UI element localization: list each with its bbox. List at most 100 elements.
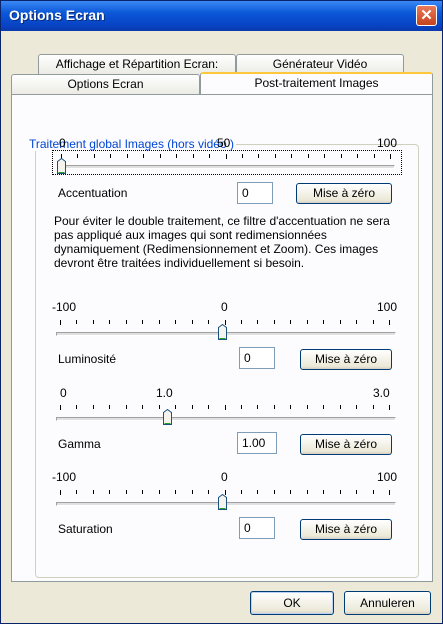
slider-tick bbox=[340, 490, 341, 494]
slider-tick bbox=[257, 490, 258, 494]
slider-tick bbox=[290, 320, 291, 324]
slider-tick bbox=[290, 490, 291, 494]
accentuation-scale-min: 0 bbox=[59, 136, 66, 150]
gamma-scale-max: 3.0 bbox=[373, 386, 390, 400]
slider-tick bbox=[160, 154, 161, 158]
slider-tick bbox=[274, 490, 275, 494]
accentuation-label: Accentuation bbox=[58, 186, 128, 200]
slider-tick bbox=[143, 154, 144, 158]
slider-tick bbox=[109, 320, 110, 324]
slider-tick bbox=[175, 490, 176, 494]
slider-ticks bbox=[61, 154, 391, 160]
luminosite-slider[interactable] bbox=[56, 318, 396, 340]
slider-tick bbox=[241, 320, 242, 324]
title-bar[interactable]: Options Ecran ✕ bbox=[1, 1, 442, 31]
slider-tick bbox=[226, 154, 227, 159]
gamma-reset-button[interactable]: Mise à zéro bbox=[300, 434, 392, 455]
button-label: Annuleren bbox=[360, 596, 415, 610]
slider-tick bbox=[373, 490, 374, 494]
tab-options-ecran[interactable]: Options Ecran bbox=[11, 74, 200, 94]
slider-tick bbox=[142, 490, 143, 494]
slider-tick bbox=[257, 320, 258, 324]
slider-tick bbox=[308, 154, 309, 158]
slider-thumb[interactable] bbox=[163, 409, 172, 425]
saturation-label: Saturation bbox=[58, 522, 113, 536]
slider-thumb[interactable] bbox=[218, 494, 227, 510]
slider-tick bbox=[127, 154, 128, 158]
cancel-button[interactable]: Annuleren bbox=[344, 591, 431, 615]
slider-tick bbox=[257, 405, 258, 409]
slider-tick bbox=[274, 405, 275, 409]
slider-tick bbox=[77, 154, 78, 158]
slider-tick bbox=[323, 490, 324, 494]
slider-tick bbox=[340, 405, 341, 409]
slider-tick bbox=[60, 490, 61, 495]
saturation-scale-max: 100 bbox=[377, 470, 398, 484]
slider-tick bbox=[356, 320, 357, 324]
tab-affichage-repartition[interactable]: Affichage et Répartition Ecran: bbox=[38, 54, 236, 74]
slider-tick bbox=[374, 154, 375, 158]
button-label: Mise à zéro bbox=[314, 437, 378, 451]
saturation-reset-button[interactable]: Mise à zéro bbox=[300, 519, 392, 540]
slider-tick bbox=[93, 320, 94, 324]
slider-tick bbox=[192, 320, 193, 324]
close-icon: ✕ bbox=[420, 7, 433, 24]
accentuation-reset-button[interactable]: Mise à zéro bbox=[296, 183, 392, 204]
slider-tick bbox=[93, 405, 94, 409]
slider-ticks bbox=[60, 405, 390, 411]
slider-tick bbox=[209, 154, 210, 158]
slider-tick bbox=[126, 320, 127, 324]
slider-tick bbox=[76, 320, 77, 324]
slider-tick bbox=[193, 154, 194, 158]
slider-tick bbox=[258, 154, 259, 158]
saturation-input[interactable]: 0 bbox=[239, 517, 275, 539]
tab-generateur-video[interactable]: Générateur Vidéo bbox=[236, 54, 404, 74]
slider-thumb[interactable] bbox=[57, 158, 66, 174]
gamma-scale-mid: 1.0 bbox=[156, 386, 173, 400]
slider-tick bbox=[126, 405, 127, 409]
tab-label: Générateur Vidéo bbox=[272, 57, 368, 71]
slider-tick bbox=[142, 405, 143, 409]
slider-tick bbox=[323, 320, 324, 324]
slider-tick bbox=[307, 490, 308, 494]
tab-label: Post-traitement Images bbox=[254, 76, 379, 90]
button-label: Mise à zéro bbox=[314, 352, 378, 366]
luminosite-reset-button[interactable]: Mise à zéro bbox=[300, 349, 392, 370]
slider-tick bbox=[60, 405, 61, 410]
slider-tick bbox=[60, 320, 61, 325]
slider-thumb[interactable] bbox=[218, 324, 227, 340]
slider-tick bbox=[208, 490, 209, 494]
slider-track bbox=[58, 165, 395, 169]
accentuation-note: Pour éviter le double traitement, ce fil… bbox=[54, 214, 390, 270]
luminosite-input[interactable]: 0 bbox=[239, 347, 275, 369]
ok-button[interactable]: OK bbox=[250, 591, 334, 615]
accentuation-input[interactable]: 0 bbox=[237, 182, 273, 204]
gamma-input[interactable]: 1.00 bbox=[237, 432, 277, 454]
close-button[interactable]: ✕ bbox=[416, 5, 437, 26]
slider-tick bbox=[389, 490, 390, 495]
slider-tick bbox=[341, 154, 342, 158]
slider-tick bbox=[389, 405, 390, 410]
slider-tick bbox=[340, 320, 341, 324]
accentuation-scale-mid: 50 bbox=[217, 136, 231, 150]
gamma-slider[interactable] bbox=[56, 403, 396, 425]
accentuation-scale-max: 100 bbox=[377, 136, 398, 150]
luminosite-label: Luminosité bbox=[58, 352, 117, 366]
tab-post-traitement[interactable]: Post-traitement Images bbox=[200, 72, 433, 94]
slider-tick bbox=[373, 405, 374, 409]
slider-tick bbox=[356, 490, 357, 494]
tab-label: Affichage et Répartition Ecran: bbox=[55, 57, 219, 71]
saturation-slider[interactable] bbox=[56, 488, 396, 510]
slider-tick bbox=[225, 405, 226, 410]
slider-tick bbox=[208, 320, 209, 324]
window-title: Options Ecran bbox=[9, 7, 105, 23]
slider-tick bbox=[110, 154, 111, 158]
saturation-scale-min: -100 bbox=[52, 470, 77, 484]
slider-tick bbox=[94, 154, 95, 158]
button-label: OK bbox=[283, 596, 301, 610]
slider-tick bbox=[323, 405, 324, 409]
accentuation-slider[interactable] bbox=[52, 150, 402, 175]
slider-tick bbox=[357, 154, 358, 158]
slider-tick bbox=[109, 405, 110, 409]
slider-tick bbox=[356, 405, 357, 409]
